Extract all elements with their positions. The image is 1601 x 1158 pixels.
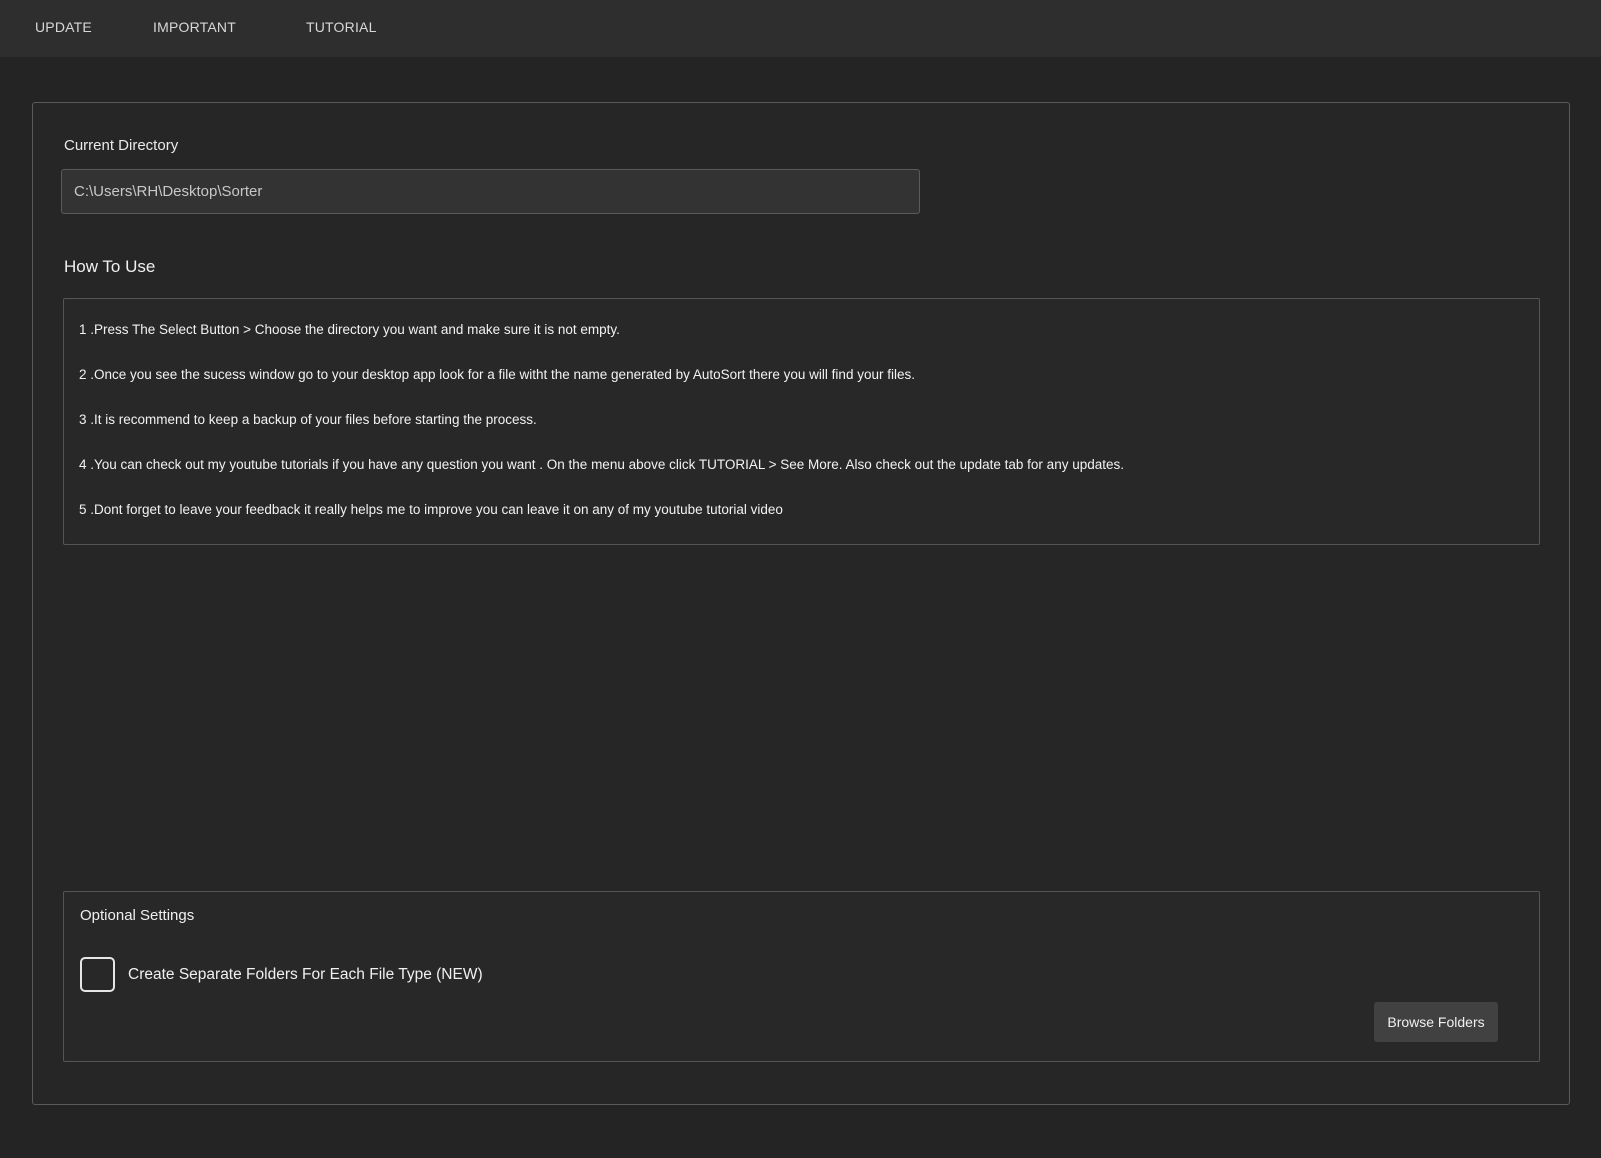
instruction-step-3: 3 .It is recommend to keep a backup of y… <box>79 412 537 427</box>
main-panel: Current Directory How To Use 1 .Press Th… <box>32 102 1570 1105</box>
optional-settings-title: Optional Settings <box>80 907 195 924</box>
optional-settings-box: Optional Settings Create Separate Folder… <box>63 891 1540 1062</box>
menu-bar: UPDATE IMPORTANT TUTORIAL <box>0 0 1601 57</box>
instruction-step-4: 4 .You can check out my youtube tutorial… <box>79 457 1124 472</box>
instructions-box: 1 .Press The Select Button > Choose the … <box>63 298 1540 545</box>
menu-item-update[interactable]: UPDATE <box>35 19 92 35</box>
current-directory-label: Current Directory <box>64 137 179 154</box>
current-directory-input[interactable] <box>61 169 920 214</box>
instruction-step-5: 5 .Dont forget to leave your feedback it… <box>79 502 783 517</box>
menu-item-tutorial[interactable]: TUTORIAL <box>306 19 377 35</box>
menu-item-important[interactable]: IMPORTANT <box>153 19 236 35</box>
how-to-use-title: How To Use <box>64 257 156 276</box>
browse-folders-button[interactable]: Browse Folders <box>1374 1002 1498 1042</box>
instruction-step-2: 2 .Once you see the sucess window go to … <box>79 367 915 382</box>
separate-folders-label[interactable]: Create Separate Folders For Each File Ty… <box>128 966 483 984</box>
instruction-step-1: 1 .Press The Select Button > Choose the … <box>79 322 620 337</box>
separate-folders-checkbox[interactable] <box>80 957 115 992</box>
